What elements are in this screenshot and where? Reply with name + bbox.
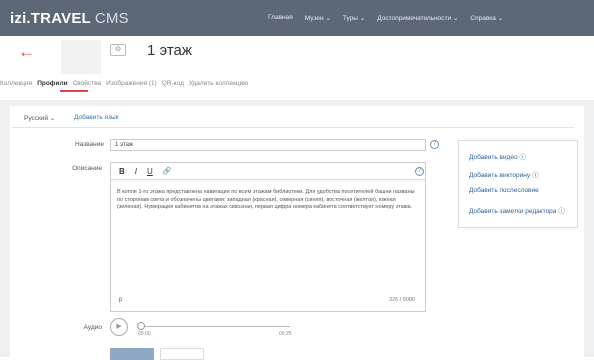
paragraph-tag: p [119,297,123,303]
logo-text: izi.TRAVEL [10,10,91,27]
tab-qr[interactable]: QR-код [162,80,184,87]
description-editor[interactable]: B I U 🔗 ? В копле 1-го этажа представлен… [110,162,426,312]
audio-start-time: 00:00 [138,331,151,337]
nav-home[interactable]: Главная [268,14,293,22]
sidebar-actions: Добавить видео ⓘ Добавить викторину ⓘ До… [458,140,578,228]
play-icon[interactable]: ▶ [110,318,128,336]
name-help-icon[interactable]: ? [430,140,439,149]
tab-profiles[interactable]: Профили [37,80,67,87]
description-text[interactable]: В копле 1-го этажа представлена навигаци… [117,189,419,212]
nav-attractions[interactable]: Достопримечательности ⌄ [377,14,458,22]
active-tab-underline [60,90,88,92]
language-divider [12,127,574,128]
camera-icon[interactable]: ⊙ [110,44,126,56]
add-video-link[interactable]: Добавить видео ⓘ [469,151,526,161]
italic-button[interactable]: I [135,167,137,176]
tabs-bar: Коллекция Профили Свойства Изображения (… [0,80,253,87]
top-nav: Главная Музеи ⌄ Туры ⌄ Достопримечательн… [268,14,503,22]
description-label: Описание [72,165,102,172]
back-arrow-icon[interactable]: ← [18,42,35,62]
audio-progress-track[interactable] [140,326,290,327]
nav-help[interactable]: Справка ⌄ [470,14,503,22]
audio-label: Аудио [83,324,102,331]
cover-image-placeholder[interactable] [61,40,101,74]
name-input[interactable]: 1 этаж [110,139,426,151]
name-label: Название [74,141,104,148]
audio-end-time: 00:25 [279,331,292,337]
top-bar: izi.TRAVEL CMS Главная Музеи ⌄ Туры ⌄ Дос… [0,0,594,36]
nav-tours[interactable]: Туры ⌄ [343,14,365,22]
add-language-link[interactable]: Добавить язык [74,114,119,121]
tab-images[interactable]: Изображения (1) [106,80,157,87]
underline-button[interactable]: U [147,167,153,176]
description-help-icon[interactable]: ? [415,167,424,176]
char-counter: 326 / 5000 [389,297,415,303]
cancel-button[interactable] [160,348,204,360]
nav-museums[interactable]: Музеи ⌄ [305,14,331,22]
tab-delete-collection[interactable]: Удалить коллекцию [189,80,248,87]
link-icon[interactable]: 🔗 [163,167,172,175]
add-afterword-link[interactable]: Добавить послесловие [469,187,539,194]
bold-button[interactable]: B [119,167,125,176]
page-title: 1 этаж [147,42,192,59]
logo-cms: CMS [94,10,129,27]
app-logo[interactable]: izi.TRAVEL CMS [10,10,129,27]
tab-collection[interactable]: Коллекция [0,80,32,87]
language-select[interactable]: Русский ⌄ [24,114,55,122]
tab-properties[interactable]: Свойства [73,80,102,87]
add-editor-notes-link[interactable]: Добавить заметки редактора ⓘ [469,205,565,215]
add-quiz-link[interactable]: Добавить викторину ⓘ [469,169,538,179]
save-button[interactable] [110,348,154,360]
audio-progress-knob[interactable] [137,322,145,330]
editor-toolbar: B I U 🔗 [111,163,425,180]
